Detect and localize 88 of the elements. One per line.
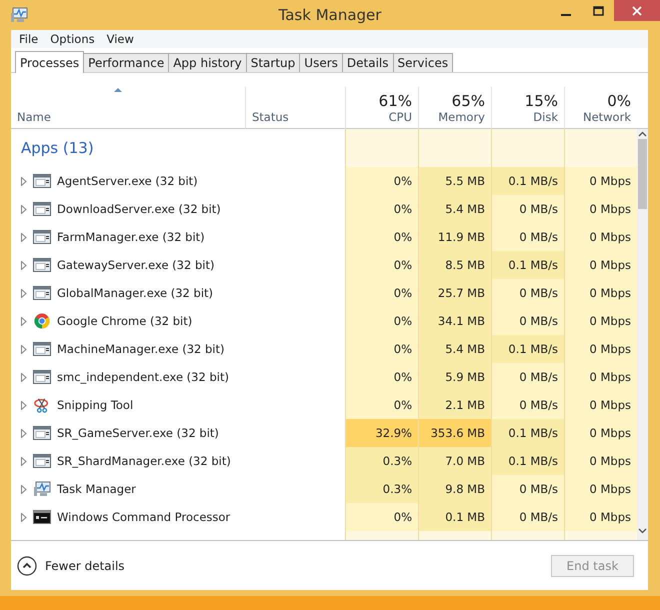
process-name: SR_GameServer.exe (32 bit): [57, 426, 219, 440]
table-cell: 0 Mbps: [564, 419, 637, 447]
table-cell: 8.5 MB: [418, 251, 491, 279]
column-total: 61%: [378, 92, 412, 110]
table-cell: 0 MB/s: [491, 195, 564, 223]
group-title: Apps (13): [20, 139, 94, 157]
table-cell: 5.9 MB: [418, 363, 491, 391]
menu-item[interactable]: View: [100, 32, 140, 46]
process-name: Task Manager: [57, 482, 136, 496]
table-cell: 0%: [345, 307, 418, 335]
table-cell: 0 MB/s: [491, 279, 564, 307]
column-header[interactable]: Network: [582, 110, 631, 124]
table-cell: 34.1 MB: [418, 307, 491, 335]
table-cell: 0%: [345, 223, 418, 251]
fewer-details-button[interactable]: Fewer details: [17, 556, 125, 576]
table-cell: 0.1 MB/s: [491, 447, 564, 475]
process-name: FarmManager.exe (32 bit): [57, 230, 205, 244]
table-cell: 0%: [345, 279, 418, 307]
table-cell: 0 Mbps: [564, 391, 637, 419]
table-cell: 0 MB/s: [491, 363, 564, 391]
process-name: Snipping Tool: [57, 398, 134, 412]
table-cell: 0 Mbps: [564, 503, 637, 531]
process-name: smc_independent.exe (32 bit): [57, 370, 229, 384]
table-cell: 0 Mbps: [564, 195, 637, 223]
table-cell: 0.1 MB/s: [491, 335, 564, 363]
table-cell: 0%: [345, 391, 418, 419]
process-name: AgentServer.exe (32 bit): [57, 174, 198, 188]
process-name: DownloadServer.exe (32 bit): [57, 202, 221, 216]
tab[interactable]: Startup: [246, 53, 300, 72]
table-cell: 353.6 MB: [418, 419, 491, 447]
column-total: 0%: [607, 92, 631, 110]
column-total: 15%: [524, 92, 558, 110]
table-cell: 0 MB/s: [491, 391, 564, 419]
process-name: Windows Command Processor: [57, 510, 230, 524]
table-cell: 0%: [345, 335, 418, 363]
table-cell: 0 Mbps: [564, 363, 637, 391]
table-cell: 0%: [345, 363, 418, 391]
table-cell: 0%: [345, 251, 418, 279]
table-cell: 11.9 MB: [418, 223, 491, 251]
process-name: MachineManager.exe (32 bit): [57, 342, 224, 356]
tab[interactable]: Details: [342, 53, 394, 72]
table-cell: 5.4 MB: [418, 335, 491, 363]
tab[interactable]: Performance: [83, 53, 170, 72]
table-cell: 7.0 MB: [418, 447, 491, 475]
table-cell: 0 Mbps: [564, 335, 637, 363]
process-name: SR_ShardManager.exe (32 bit): [57, 454, 231, 468]
table-cell: 0 MB/s: [491, 223, 564, 251]
tab[interactable]: Processes: [15, 51, 84, 73]
table-cell: 0 Mbps: [564, 475, 637, 503]
tab[interactable]: Users: [299, 53, 343, 72]
process-name: Google Chrome (32 bit): [57, 314, 192, 328]
table-cell: 0.1 MB/s: [491, 419, 564, 447]
process-name: GlobalManager.exe (32 bit): [57, 286, 214, 300]
table-cell: 0.1 MB: [418, 503, 491, 531]
menu-item[interactable]: File: [13, 32, 44, 46]
table-cell: 2.1 MB: [418, 391, 491, 419]
table-cell: 0%: [345, 195, 418, 223]
table-cell: 0.3%: [345, 475, 418, 503]
column-total: 65%: [452, 92, 485, 110]
column-header[interactable]: CPU: [388, 110, 412, 124]
table-cell: 0 Mbps: [564, 447, 637, 475]
table-cell: 0 Mbps: [564, 223, 637, 251]
tab[interactable]: App history: [168, 53, 247, 72]
table-cell: 0%: [345, 503, 418, 531]
table-cell: 32.9%: [345, 419, 418, 447]
column-header[interactable]: Name: [17, 110, 239, 124]
column-header[interactable]: Disk: [533, 110, 558, 124]
table-cell: 0 MB/s: [491, 307, 564, 335]
table-cell: 0.1 MB/s: [491, 167, 564, 195]
table-cell: 5.5 MB: [418, 167, 491, 195]
table-cell: 0.3%: [345, 447, 418, 475]
table-cell: 0 MB/s: [491, 475, 564, 503]
window-title: Task Manager: [278, 6, 382, 24]
column-header[interactable]: Status: [252, 110, 339, 124]
table-cell: 0%: [345, 167, 418, 195]
table-cell: 9.8 MB: [418, 475, 491, 503]
table-cell: 25.7 MB: [418, 279, 491, 307]
table-cell: 5.4 MB: [418, 195, 491, 223]
menu-item[interactable]: Options: [44, 32, 101, 46]
process-name: GatewayServer.exe (32 bit): [57, 258, 214, 272]
table-cell: 0.1 MB/s: [491, 251, 564, 279]
tab[interactable]: Services: [392, 53, 454, 72]
column-header[interactable]: Memory: [438, 110, 485, 124]
table-cell: 0 MB/s: [491, 503, 564, 531]
table-cell: 0 Mbps: [564, 279, 637, 307]
table-cell: 0 Mbps: [564, 167, 637, 195]
table-cell: 0 Mbps: [564, 307, 637, 335]
table-cell: 0 Mbps: [564, 251, 637, 279]
